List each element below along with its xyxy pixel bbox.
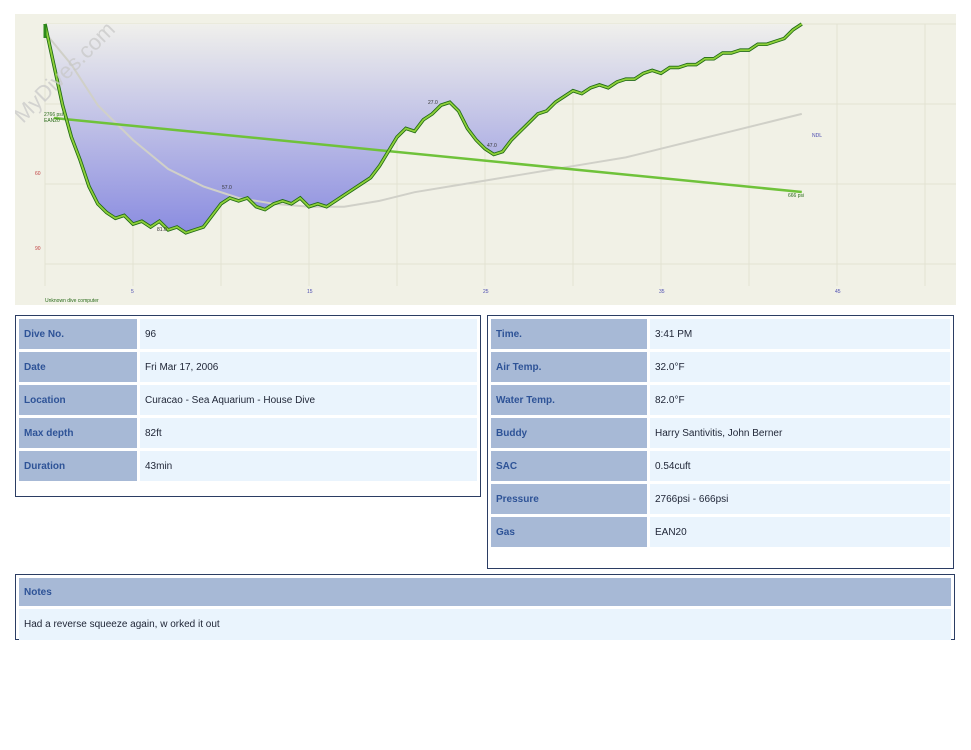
buddy-row: Buddy Harry Santivitis, John Berner xyxy=(491,418,950,448)
sac-row: SAC 0.54cuft xyxy=(491,451,950,481)
time-label: Time. xyxy=(491,319,647,349)
gas-row-label: Gas xyxy=(491,517,647,547)
date-label: Date xyxy=(19,352,137,382)
dive-no-row: Dive No. 96 xyxy=(19,319,477,349)
dive-profile-chart: 5 15 25 35 45 6090 2766 psi EAN20 666 psi ND… xyxy=(15,14,956,305)
x-tick-label: 45 xyxy=(835,289,841,295)
water-temp-row: Water Temp. 82.0°F xyxy=(491,385,950,415)
buddy-label: Buddy xyxy=(491,418,647,448)
computer-label: Unknown dive computer xyxy=(45,298,99,304)
pressure-row: Pressure 2766psi - 666psi xyxy=(491,484,950,514)
buddy-value: Harry Santivitis, John Berner xyxy=(650,418,950,448)
time-value: 3:41 PM xyxy=(650,319,950,349)
x-tick-label: 25 xyxy=(483,289,489,295)
dive-no-label: Dive No. xyxy=(19,319,137,349)
air-temp-value: 32.0°F xyxy=(650,352,950,382)
duration-row: Duration 43min xyxy=(19,451,477,481)
max-depth-row: Max depth 82ft xyxy=(19,418,477,448)
notes-text: Had a reverse squeeze again, w orked it … xyxy=(19,609,951,640)
x-tick-label: 15 xyxy=(307,289,313,295)
gas-label: EAN20 xyxy=(44,118,60,124)
depth-label-peak: 27.0 xyxy=(428,100,438,106)
ndl-label: NDL xyxy=(812,133,822,139)
dive-no-value: 96 xyxy=(140,319,477,349)
time-row: Time. 3:41 PM xyxy=(491,319,950,349)
notes-label: Notes xyxy=(19,578,951,606)
x-tick-label: 35 xyxy=(659,289,665,295)
duration-value: 43min xyxy=(140,451,477,481)
gas-row: Gas EAN20 xyxy=(491,517,950,547)
water-temp-label: Water Temp. xyxy=(491,385,647,415)
location-row: Location Curacao - Sea Aquarium - House D… xyxy=(19,385,477,415)
sac-label: SAC xyxy=(491,451,647,481)
water-temp-value: 82.0°F xyxy=(650,385,950,415)
gas-value: EAN20 xyxy=(650,517,950,547)
x-tick-label: 5 xyxy=(131,289,134,295)
date-row: Date Fri Mar 17, 2006 xyxy=(19,352,477,382)
depth-label-rise: 47.0 xyxy=(487,143,497,149)
pressure-value: 2766psi - 666psi xyxy=(650,484,950,514)
location-value: Curacao - Sea Aquarium - House Dive xyxy=(140,385,477,415)
pressure-label: Pressure xyxy=(491,484,647,514)
location-label: Location xyxy=(19,385,137,415)
duration-label: Duration xyxy=(19,451,137,481)
max-depth-value: 82ft xyxy=(140,418,477,448)
notes-panel: Notes Had a reverse squeeze again, w ork… xyxy=(15,574,955,640)
sac-value: 0.54cuft xyxy=(650,451,950,481)
date-value: Fri Mar 17, 2006 xyxy=(140,352,477,382)
y-tick-label: 60 xyxy=(35,171,41,177)
depth-label-max: 81.0 xyxy=(157,227,167,233)
depth-label-mid: 57.0 xyxy=(222,185,232,191)
max-depth-label: Max depth xyxy=(19,418,137,448)
air-temp-label: Air Temp. xyxy=(491,352,647,382)
air-temp-row: Air Temp. 32.0°F xyxy=(491,352,950,382)
y-tick-label: 90 xyxy=(35,246,41,252)
dive-conditions-panel: Time. 3:41 PM Air Temp. 32.0°F Water Temp.… xyxy=(487,315,954,569)
end-pressure-label: 666 psi xyxy=(788,193,804,199)
dive-info-panel: Dive No. 96 Date Fri Mar 17, 2006 Location… xyxy=(15,315,481,497)
